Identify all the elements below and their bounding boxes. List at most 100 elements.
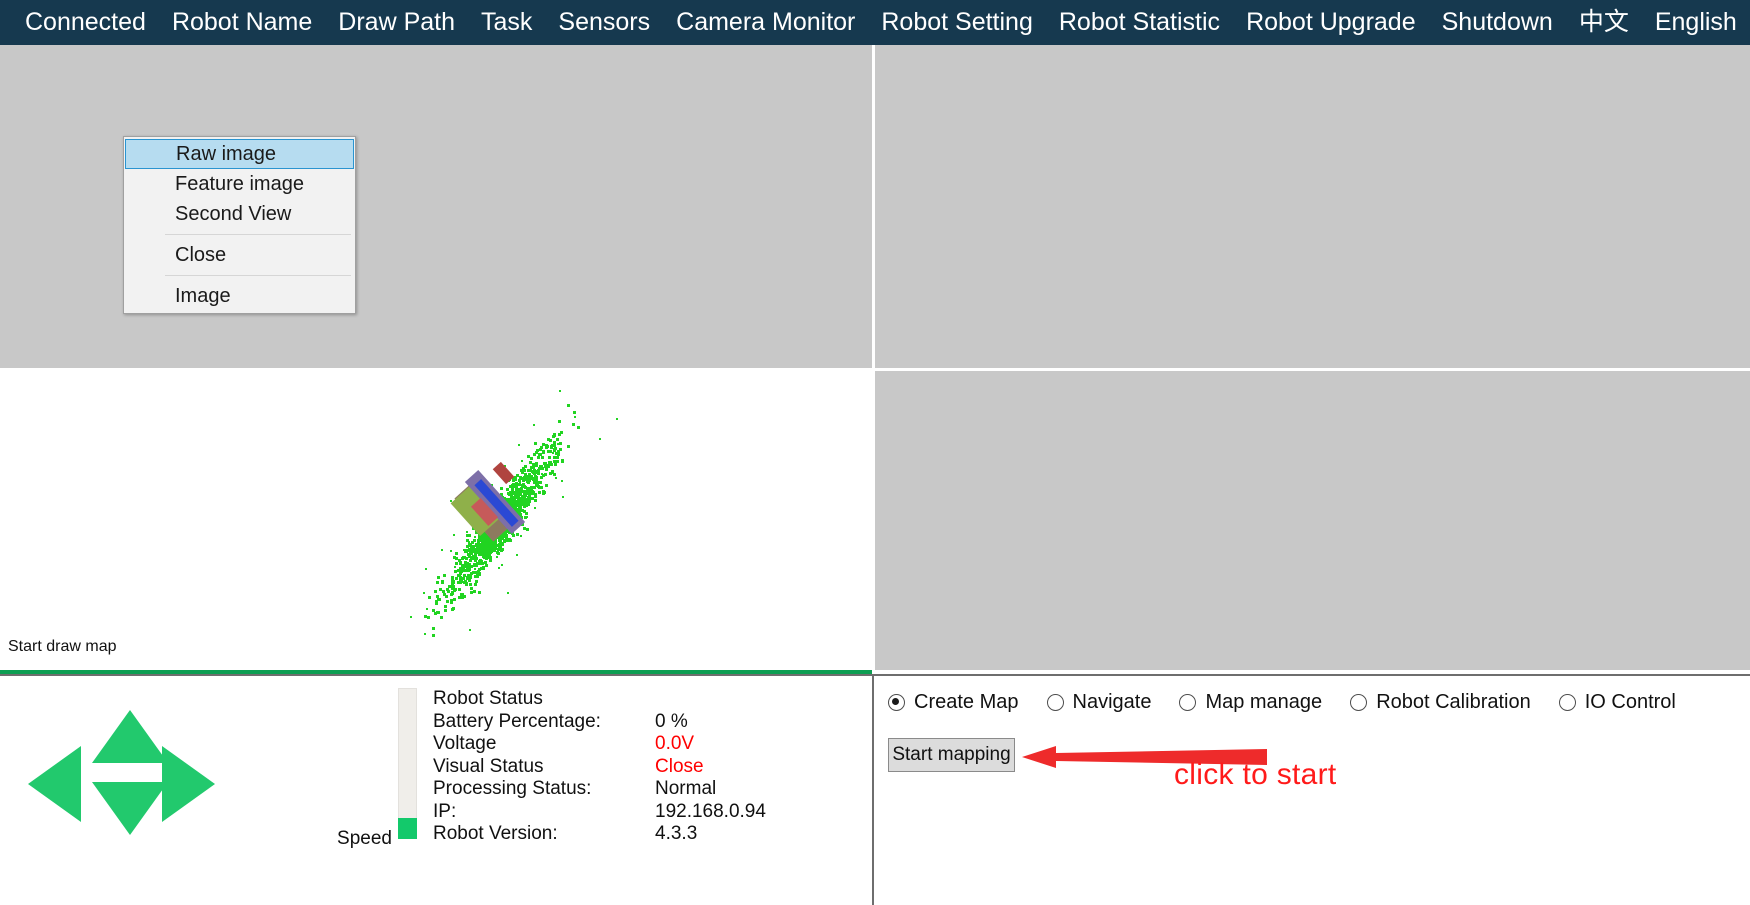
map-point [451, 579, 453, 581]
status-value-ip: 192.168.0.94 [655, 801, 766, 823]
map-point [559, 448, 562, 451]
map-point [424, 615, 427, 618]
menu-connected[interactable]: Connected [12, 0, 159, 45]
radio-icon-robot-calibration [1350, 694, 1367, 711]
map-point [516, 533, 519, 536]
map-point [473, 590, 476, 593]
map-point [542, 492, 545, 495]
map-point [478, 572, 481, 575]
map-point [528, 494, 531, 497]
map-point [469, 574, 472, 577]
map-point [561, 460, 564, 463]
map-point [527, 476, 530, 479]
menu-sensors[interactable]: Sensors [545, 0, 663, 45]
map-point [526, 528, 529, 531]
map-point [480, 552, 483, 555]
radio-create-map[interactable]: Create Map [888, 691, 1019, 714]
map-point [559, 390, 561, 392]
menu-draw-path[interactable]: Draw Path [325, 0, 468, 45]
speed-label: Speed [330, 828, 392, 850]
context-menu-item-image[interactable]: Image [124, 281, 355, 311]
menu-chinese[interactable]: 中文 [1566, 0, 1642, 45]
map-point [441, 581, 444, 584]
down-arrow-icon[interactable] [92, 782, 168, 835]
status-key-version: Robot Version: [433, 823, 655, 845]
map-point [465, 583, 468, 586]
radio-label-navigate: Navigate [1073, 691, 1152, 714]
map-point [437, 611, 440, 614]
main-menu-bar: Connected Robot Name Draw Path Task Sens… [0, 0, 1750, 45]
map-row: Start draw map [0, 368, 1750, 670]
menu-camera-monitor[interactable]: Camera Monitor [663, 0, 868, 45]
map-point [523, 510, 526, 513]
radio-label-robot-calibration: Robot Calibration [1376, 691, 1531, 714]
map-point [522, 467, 525, 470]
map-point [545, 468, 548, 471]
map-point [545, 484, 548, 487]
context-menu-item-feature-image[interactable]: Feature image [124, 169, 355, 199]
context-menu-item-close[interactable]: Close [124, 240, 355, 270]
map-point [487, 541, 490, 544]
up-arrow-icon[interactable] [92, 710, 168, 763]
context-menu-item-raw-image[interactable]: Raw image [125, 139, 354, 169]
robot-status-title: Robot Status [433, 688, 655, 710]
map-panel[interactable]: Start draw map [0, 368, 872, 670]
map-point [442, 591, 444, 593]
left-arrow-icon[interactable] [28, 746, 81, 822]
map-point [432, 609, 435, 612]
speed-slider-track[interactable] [398, 688, 417, 838]
map-point [516, 554, 518, 556]
map-point [469, 629, 471, 631]
map-point [551, 471, 554, 474]
radio-navigate[interactable]: Navigate [1047, 691, 1152, 714]
status-row-processing: Processing Status: Normal [433, 778, 766, 801]
direction-pad [10, 698, 240, 848]
map-point [540, 476, 543, 479]
map-point [424, 633, 426, 635]
map-point [448, 585, 451, 588]
menu-english[interactable]: English [1642, 0, 1750, 45]
map-point [553, 434, 556, 437]
map-point [542, 451, 545, 454]
map-point [458, 588, 461, 591]
secondary-view-panel[interactable] [872, 368, 1750, 670]
right-arrow-icon[interactable] [162, 746, 215, 822]
menu-robot-upgrade[interactable]: Robot Upgrade [1233, 0, 1429, 45]
context-menu-separator-1 [165, 234, 351, 235]
map-point [541, 456, 544, 459]
radio-io-control[interactable]: IO Control [1559, 691, 1676, 714]
map-point [503, 540, 506, 543]
radio-robot-calibration[interactable]: Robot Calibration [1350, 691, 1531, 714]
map-point [481, 542, 484, 545]
status-row-ip: IP: 192.168.0.94 [433, 801, 766, 824]
camera-view-left[interactable]: Raw image Feature image Second View Clos… [0, 45, 872, 368]
map-point [535, 481, 538, 484]
context-menu-item-second-view[interactable]: Second View [124, 199, 355, 229]
annotation-text: click to start [1174, 758, 1337, 792]
point-cloud-canvas[interactable] [0, 371, 872, 670]
map-point [427, 616, 430, 619]
menu-task[interactable]: Task [468, 0, 545, 45]
map-point [451, 608, 454, 611]
map-point [434, 590, 437, 593]
status-key-battery: Battery Percentage: [433, 711, 655, 733]
speed-slider-group: Speed [330, 676, 430, 905]
menu-robot-setting[interactable]: Robot Setting [868, 0, 1046, 45]
start-mapping-button[interactable]: Start mapping [888, 738, 1015, 772]
radio-label-io-control: IO Control [1585, 691, 1676, 714]
menu-shutdown[interactable]: Shutdown [1429, 0, 1566, 45]
map-point [549, 439, 552, 442]
map-point [496, 551, 499, 554]
status-row-version: Robot Version: 4.3.3 [433, 823, 766, 846]
map-point [530, 457, 533, 460]
menu-robot-name[interactable]: Robot Name [159, 0, 325, 45]
menu-robot-statistic[interactable]: Robot Statistic [1046, 0, 1233, 45]
map-point [558, 420, 561, 423]
speed-slider-thumb[interactable] [398, 818, 417, 839]
camera-view-right[interactable] [872, 45, 1750, 368]
map-point [491, 545, 494, 548]
map-point [557, 443, 559, 445]
map-point [453, 534, 455, 536]
radio-map-manage[interactable]: Map manage [1179, 691, 1322, 714]
map-point [468, 541, 470, 543]
